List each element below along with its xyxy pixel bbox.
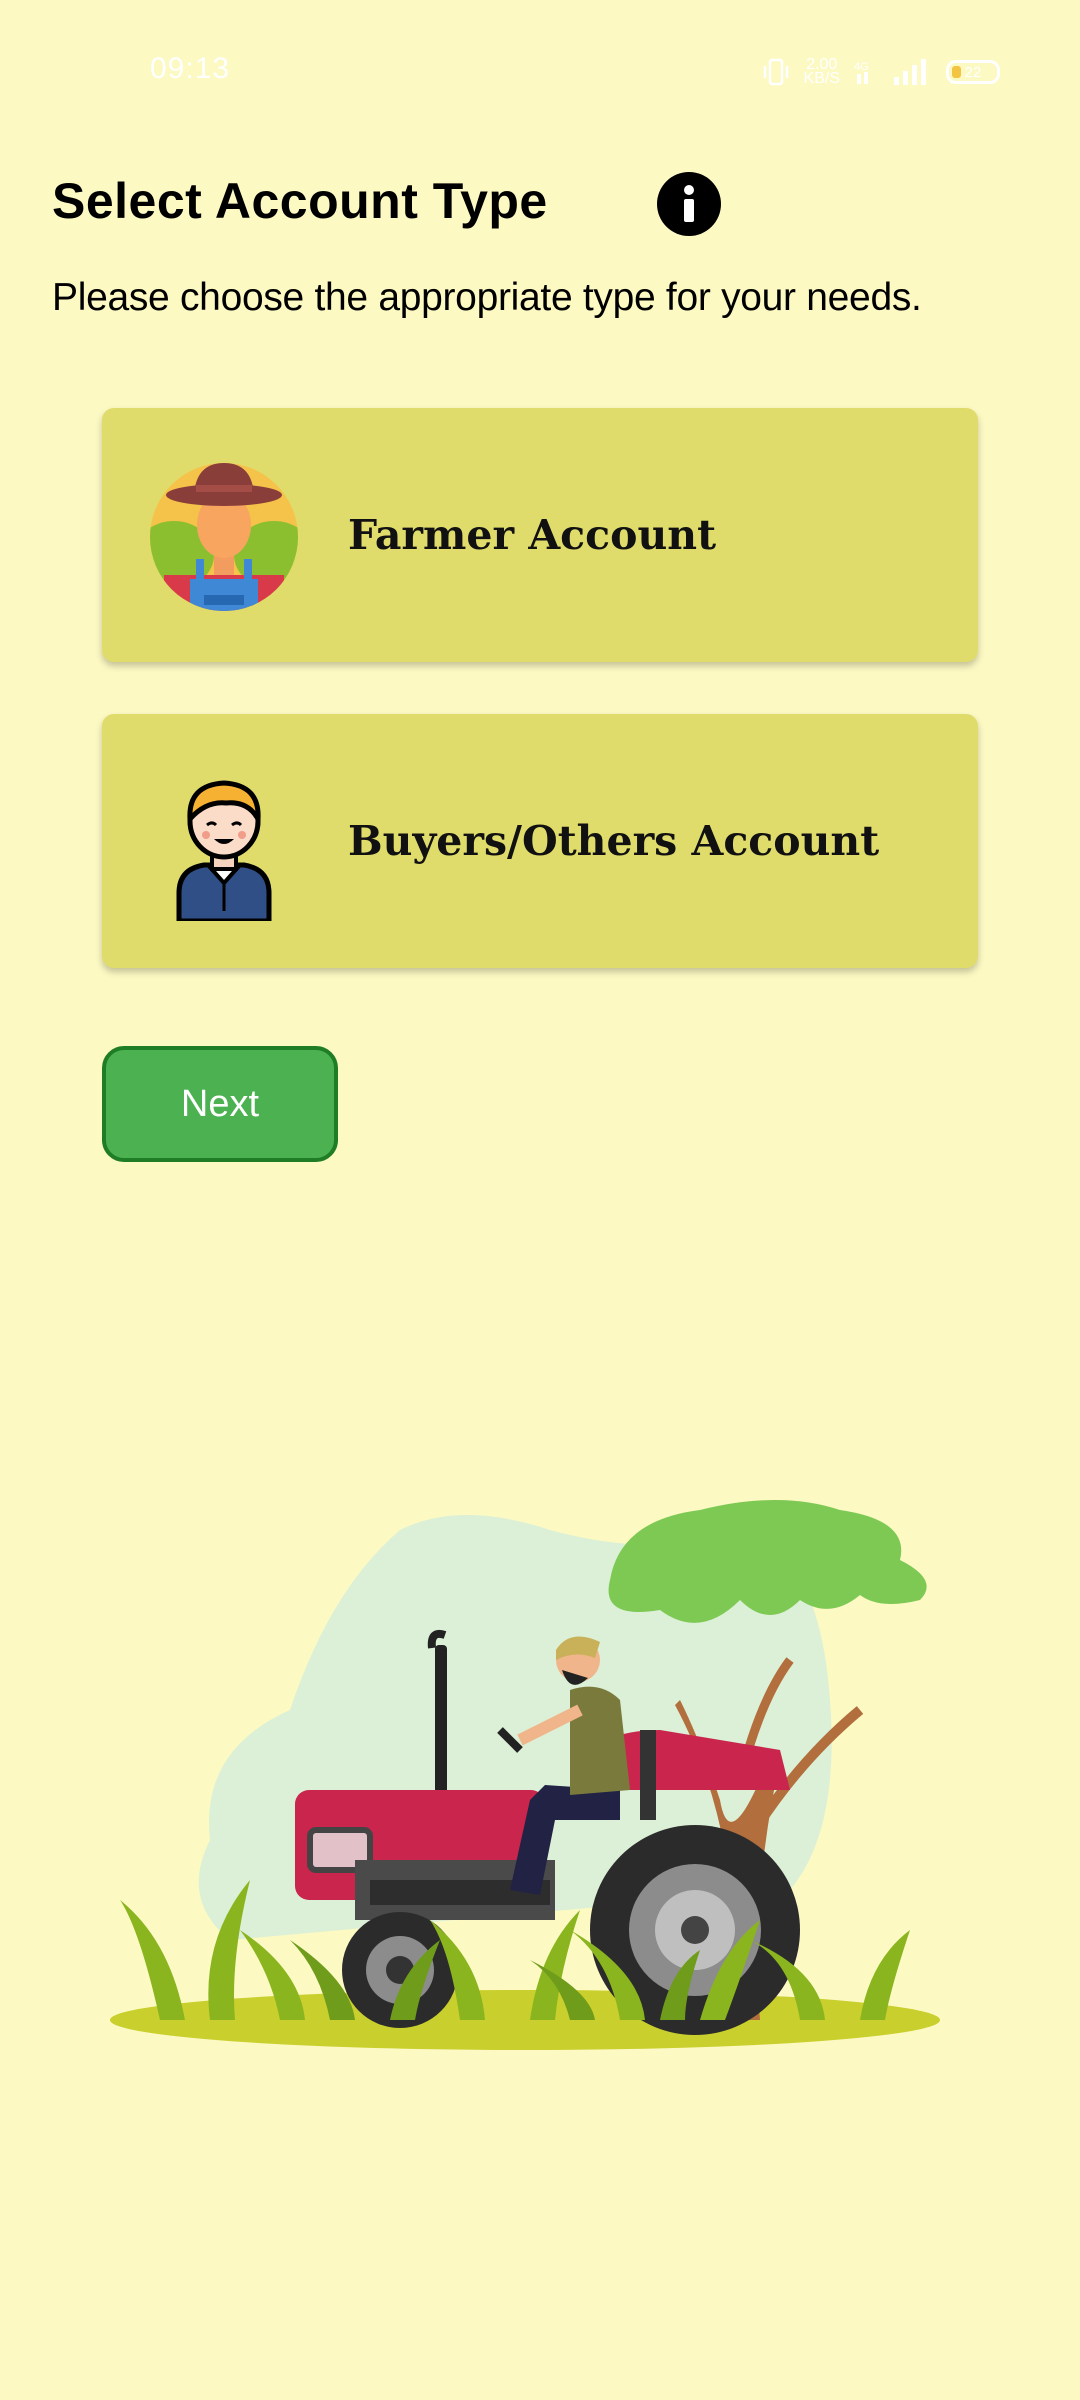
farmer-account-card[interactable]: Farmer Account — [102, 408, 978, 662]
info-icon — [684, 185, 694, 222]
status-time: 09:13 — [150, 52, 231, 85]
net-speed: 2.00 KB/S — [803, 56, 840, 87]
svg-text:4G: 4G — [854, 61, 869, 73]
vibrate-icon — [763, 58, 788, 86]
page-subtitle: Please choose the appropriate type for y… — [52, 276, 922, 319]
buyer-account-card[interactable]: Buyers/Others Account — [102, 714, 978, 968]
battery-level: 22 — [964, 63, 982, 81]
status-icons: 2.00 KB/S 4G 22 — [762, 52, 1000, 92]
wifi-icon: 4G — [854, 61, 869, 84]
buyer-account-label: Buyers/Others Account — [348, 817, 880, 865]
page-title: Select Account Type — [52, 173, 548, 229]
info-button[interactable] — [657, 172, 721, 236]
signal-icon — [894, 59, 926, 85]
battery-icon: 22 — [946, 60, 1000, 84]
buyer-avatar-icon — [176, 780, 272, 921]
next-button[interactable]: Next — [102, 1046, 338, 1162]
farmer-account-label: Farmer Account — [348, 511, 717, 559]
status-bar: 09:13 2.00 KB/S 4G 22 — [0, 0, 1080, 140]
farmer-avatar-icon — [150, 463, 298, 611]
tractor-farmer-illustration — [110, 1500, 940, 2050]
